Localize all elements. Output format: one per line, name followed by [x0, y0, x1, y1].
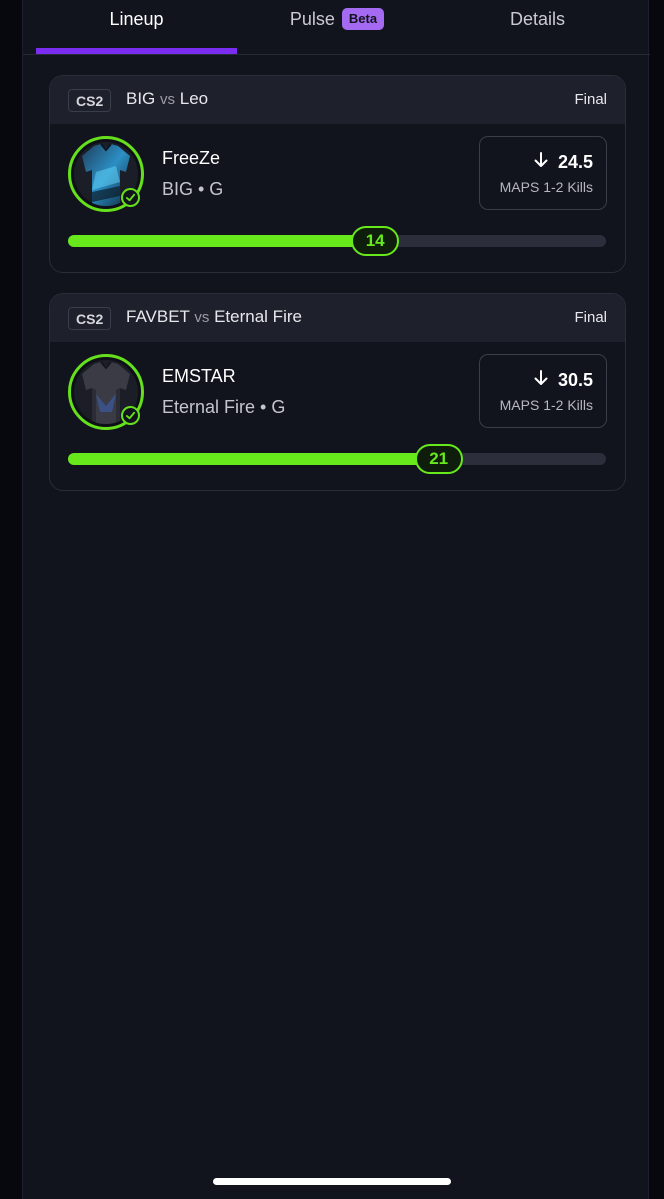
- projection-box[interactable]: 24.5 MAPS 1-2 Kills: [479, 136, 607, 210]
- projection-number: 30.5: [557, 370, 593, 390]
- game-tag: CS2: [68, 307, 112, 330]
- projection-box[interactable]: 30.5 MAPS 1-2 Kills: [479, 354, 607, 428]
- player-avatar[interactable]: [68, 354, 144, 430]
- pick-card[interactable]: CS2 FAVBET vs Eternal Fire Final EMSTAR …: [49, 293, 626, 491]
- progress-value: 21: [414, 444, 463, 474]
- progress-bar: 14: [68, 226, 606, 256]
- check-circle-icon: [121, 406, 140, 425]
- screen: Lineup Pulse Beta Details CS2 BIG vs Leo…: [0, 0, 664, 1199]
- progress-bar: 21: [68, 444, 606, 474]
- progress-fill: [68, 235, 376, 247]
- progress-value: 14: [351, 226, 400, 256]
- player-name: FreeZe: [162, 148, 221, 168]
- tab-details[interactable]: Details: [437, 0, 638, 54]
- pick-card[interactable]: CS2 BIG vs Leo Final FreeZe BIG • G 24.5…: [49, 75, 626, 273]
- matchup: FAVBET vs Eternal Fire: [126, 307, 302, 327]
- team-b: Leo: [179, 89, 209, 108]
- player-team-position: BIG • G: [162, 179, 224, 199]
- tab-bar: Lineup Pulse Beta Details: [23, 0, 650, 55]
- tab-pulse-label: Pulse: [289, 9, 335, 29]
- projection-stat: MAPS 1-2 Kills: [499, 179, 593, 195]
- match-status: Final: [574, 309, 607, 326]
- team-a: FAVBET: [126, 307, 190, 326]
- content-panel: Lineup Pulse Beta Details CS2 BIG vs Leo…: [22, 0, 650, 1199]
- arrow-down-icon: [534, 370, 548, 391]
- team-a: BIG: [126, 89, 156, 108]
- tab-pulse[interactable]: Pulse Beta: [237, 0, 437, 54]
- projection-stat: MAPS 1-2 Kills: [499, 397, 593, 413]
- projection-value: 30.5: [534, 370, 593, 391]
- tab-lineup[interactable]: Lineup: [36, 0, 237, 54]
- tab-lineup-label: Lineup: [109, 9, 164, 29]
- beta-badge: Beta: [341, 8, 385, 30]
- matchup: BIG vs Leo: [126, 89, 208, 109]
- tab-details-label: Details: [509, 9, 566, 29]
- vs-label: vs: [194, 309, 210, 326]
- progress-fill: [68, 453, 439, 465]
- player-team-position: Eternal Fire • G: [162, 397, 286, 417]
- projection-number: 24.5: [557, 152, 593, 172]
- card-header: CS2 FAVBET vs Eternal Fire Final: [50, 294, 625, 342]
- arrow-down-icon: [534, 152, 548, 173]
- match-status: Final: [574, 91, 607, 108]
- active-tab-indicator: [36, 48, 237, 54]
- projection-value: 24.5: [534, 152, 593, 173]
- player-avatar[interactable]: [68, 136, 144, 212]
- check-circle-icon: [121, 188, 140, 207]
- game-tag: CS2: [68, 89, 112, 112]
- card-header: CS2 BIG vs Leo Final: [50, 76, 625, 124]
- player-name: EMSTAR: [162, 366, 236, 386]
- home-indicator[interactable]: [213, 1178, 451, 1185]
- vs-label: vs: [160, 91, 176, 108]
- team-b: Eternal Fire: [214, 307, 302, 326]
